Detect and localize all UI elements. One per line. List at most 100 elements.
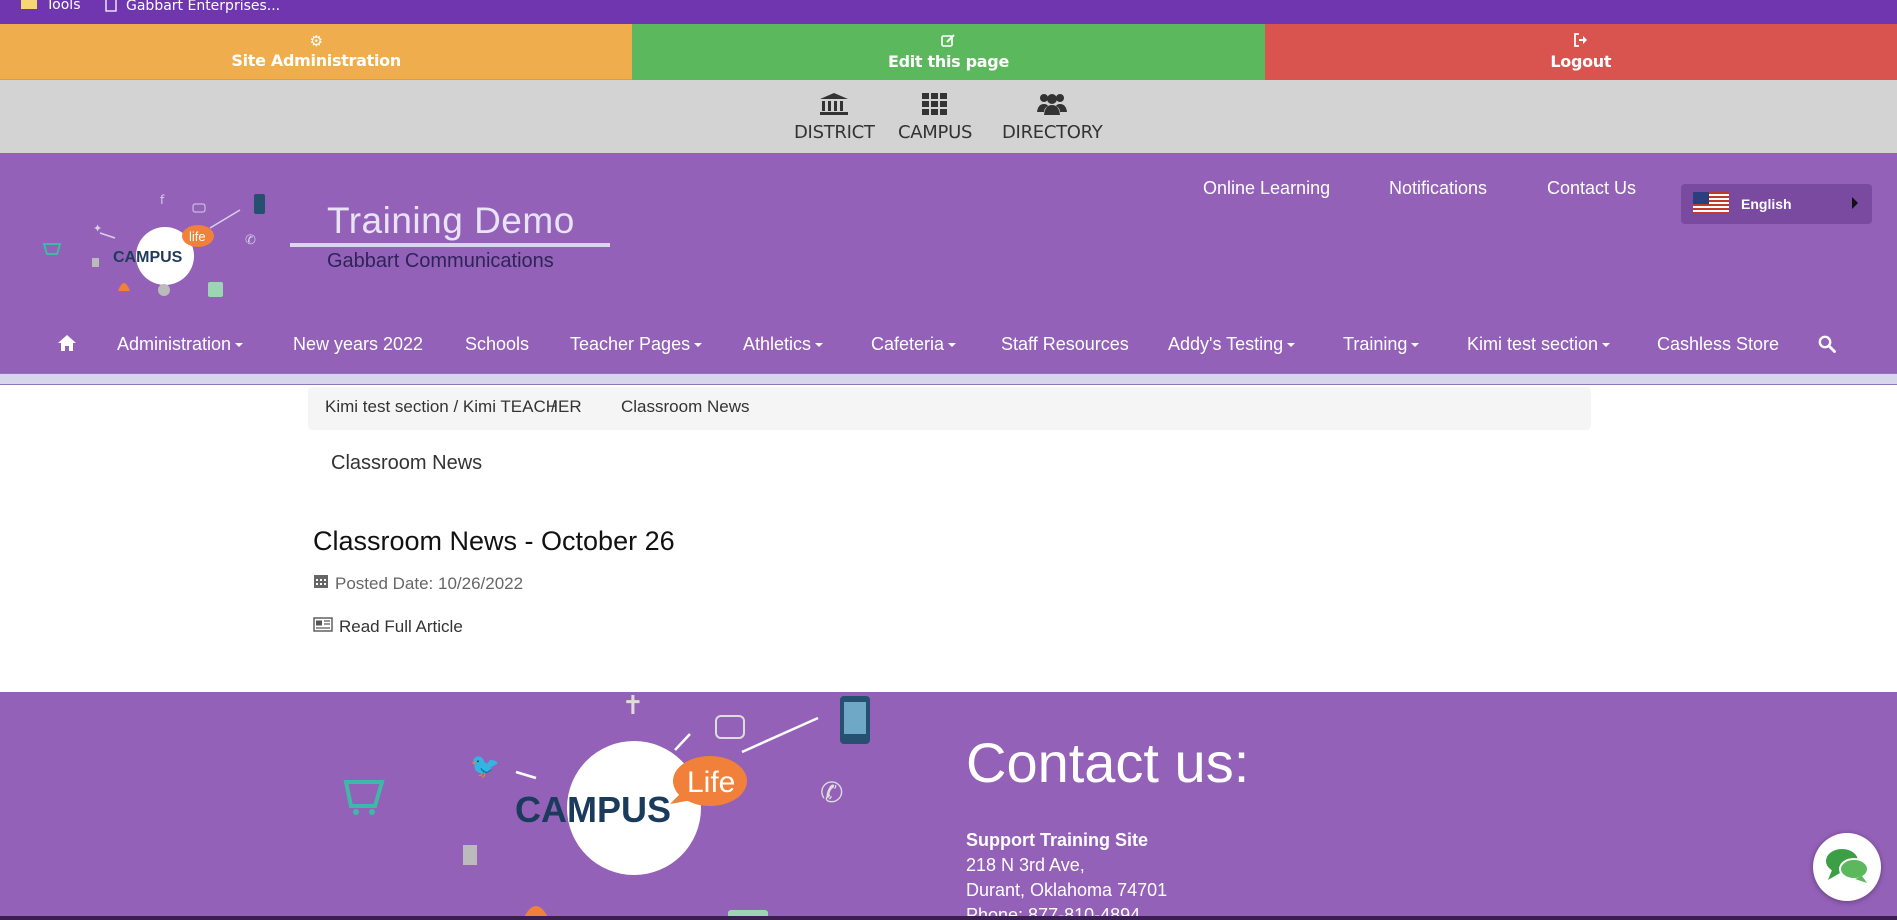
bookmark-tools[interactable]: Tools — [20, 0, 81, 14]
campus-life-logo[interactable]: CAMPUS life f ✦ ✆ — [40, 188, 280, 308]
campus-link[interactable]: CAMPUS — [898, 92, 972, 143]
online-learning-link[interactable]: Online Learning — [1203, 178, 1330, 199]
caret-down-icon — [694, 343, 703, 348]
admin-bar: ⚙ Site Administration Edit this page Log… — [0, 24, 1897, 80]
caret-down-icon — [1287, 343, 1296, 348]
posted-date-label: Posted Date: 10/26/2022 — [335, 573, 524, 593]
institution-icon — [819, 92, 849, 122]
campus-label: CAMPUS — [898, 122, 973, 143]
svg-text:CAMPUS: CAMPUS — [515, 789, 671, 830]
svg-text:Life: Life — [687, 766, 735, 799]
caret-down-icon — [815, 343, 824, 348]
article-title[interactable]: Classroom News - October 26 — [313, 526, 675, 557]
bookmark-label: Tools — [46, 0, 81, 13]
nav-cashless-store[interactable]: Cashless Store — [1657, 334, 1779, 355]
contact-org-name: Support Training Site — [966, 830, 1149, 850]
nav-new-years-2022[interactable]: New years 2022 — [293, 334, 423, 355]
nav-label: Cafeteria — [871, 334, 945, 354]
caret-down-icon — [948, 343, 957, 348]
read-full-article-link[interactable]: Read Full Article — [313, 617, 463, 637]
chat-bubbles-icon — [1824, 845, 1870, 889]
edit-page-label: Edit this page — [887, 52, 1010, 71]
nav-addys-testing[interactable]: Addy's Testing — [1168, 334, 1296, 355]
breadcrumb-current: Classroom News — [621, 397, 750, 416]
main-nav: Administration New years 2022 Schools Te… — [0, 320, 1897, 372]
nav-label: New years 2022 — [293, 334, 424, 354]
breadcrumb-separator: / — [551, 397, 556, 416]
browser-bottom-edge — [0, 916, 1897, 920]
gear-icon: ⚙ — [309, 31, 323, 50]
site-footer: CAMPUS Life ✝ 🐦 ✆ Contact us: Support Tr… — [0, 692, 1897, 920]
breadcrumb-parent[interactable]: Kimi test section / Kimi TEACHER — [325, 397, 582, 417]
svg-text:✆: ✆ — [820, 776, 843, 809]
nav-label: Teacher Pages — [570, 334, 691, 354]
svg-text:✆: ✆ — [245, 233, 256, 248]
directory-link[interactable]: DIRECTORY — [1002, 92, 1103, 143]
home-icon[interactable] — [57, 333, 77, 358]
nav-cafeteria[interactable]: Cafeteria — [871, 334, 957, 355]
caret-down-icon — [1602, 343, 1611, 348]
svg-text:🐦: 🐦 — [470, 752, 500, 780]
svg-text:✦: ✦ — [93, 222, 102, 235]
bookmark-gabbart[interactable]: Gabbart Enterprises... — [104, 0, 280, 16]
nav-teacher-pages[interactable]: Teacher Pages — [570, 334, 703, 355]
nav-label: Addy's Testing — [1168, 334, 1284, 354]
posted-date: Posted Date: 10/26/2022 — [313, 573, 523, 594]
site-administration-label: Site Administration — [231, 50, 401, 70]
site-administration-button[interactable]: ⚙ Site Administration — [0, 24, 633, 80]
svg-text:life: life — [189, 229, 206, 244]
users-icon — [1036, 92, 1068, 122]
directory-label: DIRECTORY — [1002, 122, 1103, 143]
nav-label: Kimi test section — [1467, 334, 1599, 354]
contact-us-link[interactable]: Contact Us — [1547, 178, 1636, 199]
notifications-link[interactable]: Notifications — [1389, 178, 1487, 199]
us-flag-icon — [1693, 191, 1729, 217]
nav-training[interactable]: Training — [1343, 334, 1420, 355]
contact-title: Contact us: — [966, 731, 1250, 794]
caret-down-icon — [235, 343, 244, 348]
district-label: DISTRICT — [794, 122, 875, 143]
edit-page-button[interactable]: Edit this page — [632, 24, 1265, 80]
nav-label: Cashless Store — [1657, 334, 1780, 354]
nav-schools[interactable]: Schools — [465, 334, 529, 355]
nav-kimi-test-section[interactable]: Kimi test section — [1467, 334, 1611, 355]
search-icon[interactable] — [1818, 335, 1836, 358]
svg-text:f: f — [160, 193, 165, 207]
svg-text:CAMPUS: CAMPUS — [113, 249, 183, 266]
nav-label: Staff Resources — [1001, 334, 1129, 354]
bookmarks-bar: Tools Gabbart Enterprises... — [0, 0, 1897, 24]
read-full-article-label: Read Full Article — [339, 617, 463, 636]
nav-label: Athletics — [743, 334, 812, 354]
nav-label: Administration — [117, 334, 232, 354]
breadcrumb: Kimi test section / Kimi TEACHER / Class… — [308, 387, 1591, 430]
page-icon — [104, 0, 118, 16]
nav-label: Training — [1343, 334, 1408, 354]
contact-address-line1: 218 N 3rd Ave, — [966, 855, 1085, 875]
caret-down-icon — [1411, 343, 1420, 348]
newspaper-icon — [313, 617, 333, 637]
calendar-icon — [313, 573, 329, 594]
caret-right-icon — [1852, 197, 1858, 209]
site-title[interactable]: Training Demo — [327, 200, 575, 242]
logout-label: Logout — [1550, 52, 1612, 71]
footer-campus-life-logo: CAMPUS Life ✝ 🐦 ✆ — [340, 692, 880, 920]
page-heading: Classroom News — [331, 452, 483, 474]
folder-icon — [20, 0, 38, 14]
quick-nav: DISTRICT CAMPUS DIRECTORY — [0, 80, 1897, 153]
language-selector[interactable]: English — [1681, 184, 1872, 224]
contact-address-line2: Durant, Oklahoma 74701 — [966, 880, 1168, 900]
nav-label: Schools — [465, 334, 530, 354]
language-label: English — [1741, 196, 1792, 212]
district-link[interactable]: DISTRICT — [794, 92, 875, 143]
logout-button[interactable]: Logout — [1264, 24, 1897, 80]
nav-staff-resources[interactable]: Staff Resources — [1001, 334, 1129, 355]
title-underline — [290, 243, 610, 247]
sign-out-icon — [1573, 33, 1589, 50]
nav-administration[interactable]: Administration — [117, 334, 244, 355]
bookmark-label: Gabbart Enterprises... — [126, 0, 281, 14]
svg-text:✝: ✝ — [622, 692, 644, 721]
nav-divider — [0, 373, 1897, 385]
chat-button[interactable] — [1813, 833, 1881, 901]
site-subtitle: Gabbart Communications — [327, 250, 554, 272]
nav-athletics[interactable]: Athletics — [743, 334, 824, 355]
